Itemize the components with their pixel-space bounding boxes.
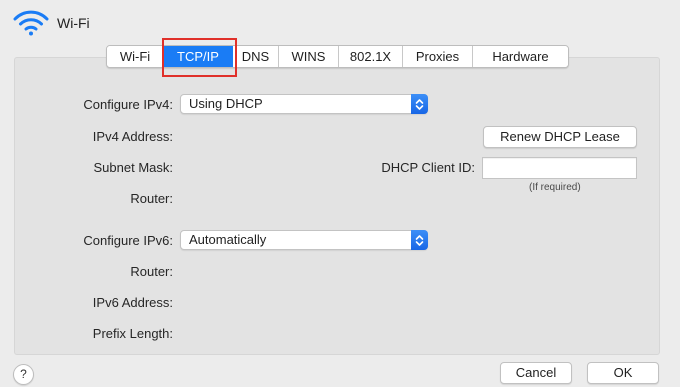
window-header: Wi-Fi [13,10,90,36]
tab-wifi[interactable]: Wi-Fi [107,46,163,67]
dhcp-client-id-label: DHCP Client ID: [381,160,475,175]
updown-arrows-icon [411,94,428,114]
tab-proxies[interactable]: Proxies [402,46,472,67]
configure-ipv6-select[interactable]: Automatically [180,230,428,250]
subnet-mask-label: Subnet Mask: [93,160,174,175]
wifi-icon [13,10,49,36]
window-title: Wi-Fi [57,15,90,31]
tab-wins[interactable]: WINS [278,46,338,67]
configure-ipv6-value: Automatically [189,232,267,247]
tab-bar: Wi-Fi TCP/IP DNS WINS 802.1X Proxies Har… [106,45,569,68]
ipv4-address-label: IPv4 Address: [92,129,173,144]
cancel-button[interactable]: Cancel [500,362,572,384]
renew-dhcp-lease-button[interactable]: Renew DHCP Lease [483,126,637,148]
tab-tcp-ip[interactable]: TCP/IP [163,46,232,67]
prefix-length-label: Prefix Length: [92,326,173,341]
ok-button[interactable]: OK [587,362,659,384]
tab-dns[interactable]: DNS [232,46,278,67]
help-button[interactable]: ? [13,364,34,385]
configure-ipv4-select[interactable]: Using DHCP [180,94,428,114]
configure-ipv4-label: Configure IPv4: [83,97,173,112]
network-settings-window: Wi-Fi Wi-Fi TCP/IP DNS WINS 802.1X Proxi… [0,0,680,387]
configure-ipv6-label: Configure IPv6: [83,233,173,248]
updown-arrows-icon [411,230,428,250]
ipv4-router-label: Router: [130,191,173,206]
tab-hardware[interactable]: Hardware [472,46,568,67]
tab-802-1x[interactable]: 802.1X [338,46,402,67]
dhcp-client-id-hint: (If required) [529,182,581,193]
ipv6-address-label: IPv6 Address: [92,295,173,310]
configure-ipv4-value: Using DHCP [189,96,263,111]
dhcp-client-id-field[interactable] [482,157,637,179]
ipv6-router-label: Router: [130,264,173,279]
